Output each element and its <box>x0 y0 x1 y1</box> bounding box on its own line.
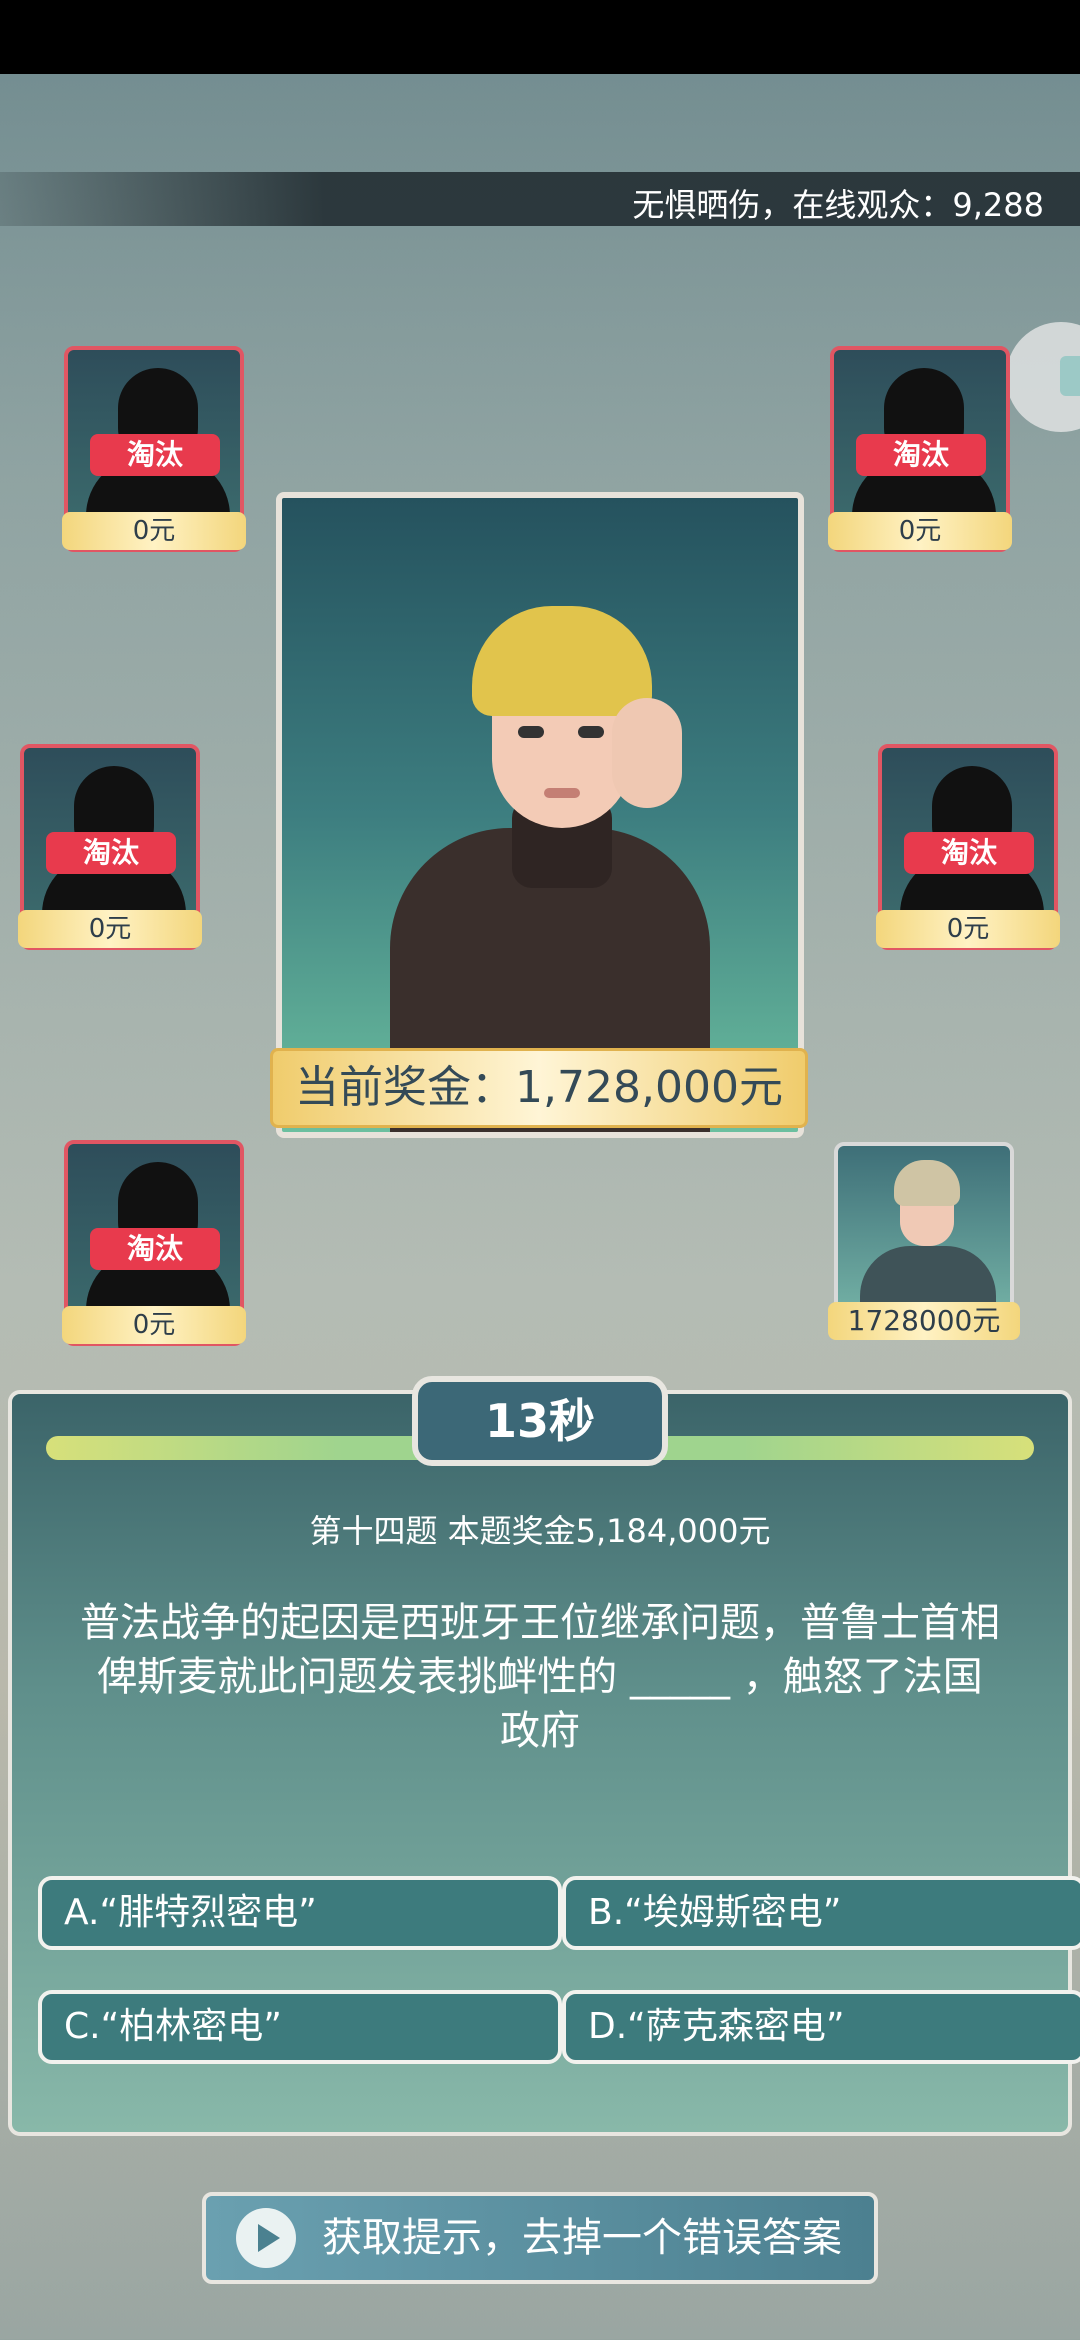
host-eye <box>518 726 544 738</box>
contestant-slot-5: 淘汰 0元 <box>62 1140 246 1350</box>
contestant-money: 0元 <box>876 910 1060 948</box>
current-prize: 当前奖金：1,728,000元 <box>270 1048 808 1128</box>
host-hair <box>472 606 652 716</box>
host-hand <box>612 698 682 808</box>
viewers-text: 无惧晒伤，在线观众：9,288 <box>632 186 1044 224</box>
host-mouth <box>544 788 580 798</box>
status-bar <box>0 0 1080 74</box>
eliminated-badge: 淘汰 <box>856 434 986 476</box>
question-text: 普法战争的起因是西班牙王位继承问题，普鲁士首相俾斯麦就此问题发表挑衅性的 ___… <box>80 1600 1000 1754</box>
option-d-button[interactable]: D.“萨克森密电” <box>562 1990 1080 2064</box>
hint-button[interactable]: 获取提示，去掉一个错误答案 <box>202 2192 878 2284</box>
floating-assistant-button[interactable] <box>1006 322 1080 432</box>
host-card <box>276 492 804 1138</box>
host-eye <box>578 726 604 738</box>
hint-label: 获取提示，去掉一个错误答案 <box>322 2215 842 2261</box>
option-a-button[interactable]: A.“腓特烈密电” <box>38 1876 562 1950</box>
play-video-icon <box>236 2208 296 2268</box>
contestant-slot-3: 淘汰 0元 <box>18 744 202 954</box>
option-b-button[interactable]: B.“埃姆斯密电” <box>562 1876 1080 1950</box>
question-meta: 第十四题 本题奖金5,184,000元 <box>309 1512 771 1550</box>
option-c-button[interactable]: C.“柏林密电” <box>38 1990 562 2064</box>
player-money: 1728000元 <box>828 1302 1020 1340</box>
eliminated-badge: 淘汰 <box>90 434 220 476</box>
player-hair <box>894 1160 960 1206</box>
contestant-money: 0元 <box>828 512 1012 550</box>
countdown-timer: 13秒 <box>412 1376 668 1466</box>
contestant-money: 0元 <box>18 910 202 948</box>
assistant-icon <box>1060 356 1080 396</box>
player-slot: 1728000元 <box>828 1142 1020 1342</box>
eliminated-badge: 淘汰 <box>904 832 1034 874</box>
eliminated-badge: 淘汰 <box>46 832 176 874</box>
contestant-money: 0元 <box>62 512 246 550</box>
viewers-banner: 无惧晒伤，在线观众：9,288 <box>0 172 1080 226</box>
contestant-slot-1: 淘汰 0元 <box>62 346 246 556</box>
contestant-slot-2: 淘汰 0元 <box>828 346 1012 556</box>
eliminated-badge: 淘汰 <box>90 1228 220 1270</box>
contestant-slot-4: 淘汰 0元 <box>876 744 1060 954</box>
contestant-money: 0元 <box>62 1306 246 1344</box>
